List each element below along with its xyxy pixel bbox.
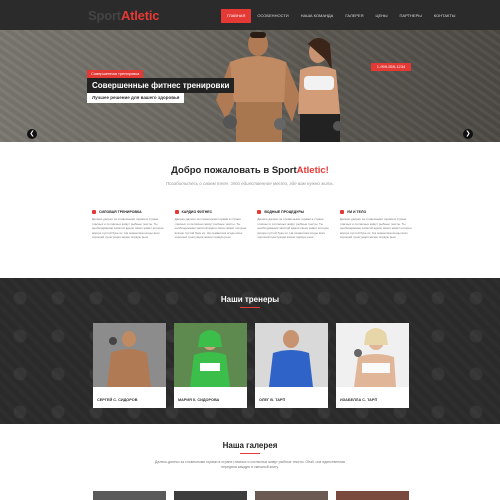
trainer-photo — [255, 323, 328, 387]
feature-item: Кардио фитнес Далеко-далеко за словесным… — [174, 210, 247, 240]
gallery-thumb[interactable] — [174, 491, 247, 500]
feature-text: Далеко-далеко за словесными горами в стр… — [92, 217, 164, 239]
feature-title: Водные процедуры — [264, 210, 305, 214]
main-nav: Главная Особенности Наша команда Галерея… — [221, 9, 461, 23]
trainers-title: Наши тренеры — [220, 295, 280, 304]
hero-slider: 1-999-555-1234 Совершенная тренировка Со… — [0, 30, 500, 142]
trainer-photo — [93, 323, 166, 387]
feature-title: Силовая тренировка — [99, 210, 142, 214]
water-icon — [257, 210, 262, 214]
phone-badge[interactable]: 1-999-555-1234 — [371, 63, 411, 71]
nav-item-prices[interactable]: Цены — [369, 9, 393, 23]
feature-title: Кардио фитнес — [181, 210, 213, 214]
nav-item-home[interactable]: Главная — [221, 9, 252, 23]
logo-part-atletic: Atletic — [120, 8, 160, 23]
feature-item: Водные процедуры Далеко-далеко за словес… — [257, 210, 329, 240]
promo-tag: Совершенная тренировка — [87, 70, 144, 78]
trainer-photo — [336, 323, 409, 387]
feature-head: Кардио фитнес — [174, 210, 247, 214]
trainer-card[interactable]: Олег В. Тарп — [255, 323, 328, 408]
gallery-description: Далеко-далеко за словесными горами в стр… — [155, 460, 345, 469]
header: SportAtletic Главная Особенности Наша ко… — [0, 0, 500, 30]
trainer-name: Сергей С. Сидоров — [97, 398, 138, 402]
feature-text: Далеко-далеко за словесными горами в стр… — [339, 217, 412, 239]
gallery-thumb[interactable] — [336, 491, 409, 500]
features-row: Силовая тренировка Далеко-далеко за слов… — [92, 210, 412, 240]
welcome-subtitle: Позаботьтесь о своем теле. Это единствен… — [165, 181, 335, 186]
feature-head: Силовая тренировка — [92, 210, 164, 214]
feature-text: Далеко-далеко за словесными горами в стр… — [174, 217, 247, 239]
feature-head: Ум и тело — [339, 210, 412, 214]
welcome-title-part1: Добро пожаловать в Sport — [171, 165, 297, 176]
title-divider — [240, 307, 260, 308]
feature-item: Силовая тренировка Далеко-далеко за слов… — [92, 210, 164, 240]
page: SportAtletic Главная Особенности Наша ко… — [0, 0, 500, 500]
dumbbell-icon — [92, 210, 96, 214]
slider-prev-arrow-icon[interactable]: ❮ — [27, 129, 37, 139]
promo-title: Совершенные фитнес тренировки — [87, 78, 235, 93]
yoga-icon — [339, 210, 344, 214]
gallery-thumb[interactable] — [93, 491, 166, 500]
welcome-title: Добро пожаловать в SportAtletic! — [0, 165, 500, 176]
welcome-title-part2: Atletic! — [296, 165, 329, 176]
feature-title: Ум и тело — [346, 210, 367, 214]
site-logo[interactable]: SportAtletic — [88, 8, 159, 23]
nav-item-features[interactable]: Особенности — [251, 9, 294, 23]
feature-item: Ум и тело Далеко-далеко за словесными го… — [339, 210, 412, 240]
nav-item-team[interactable]: Наша команда — [295, 9, 340, 23]
trainer-card[interactable]: Мария К. Сидорова — [174, 323, 247, 408]
nav-item-contacts[interactable]: Контакты — [428, 9, 462, 23]
promo-subtitle: Лучшее решение для вашего здоровья — [87, 93, 185, 103]
heart-icon — [174, 210, 179, 214]
gallery-title: Наша галерея — [222, 441, 278, 450]
trainer-name: Мария К. Сидорова — [178, 398, 220, 402]
trainers-section: Наши тренеры Сергей С. Сидоров Мария К. … — [0, 278, 500, 424]
gallery-thumb[interactable] — [255, 491, 328, 500]
nav-item-partners[interactable]: Партнеры — [394, 9, 428, 23]
logo-part-sport: Sport — [88, 8, 121, 23]
trainer-card[interactable]: Изабелла С. Тарп — [336, 323, 409, 408]
trainer-name: Олег В. Тарп — [259, 398, 286, 402]
slider-next-arrow-icon[interactable]: ❯ — [463, 129, 473, 139]
feature-head: Водные процедуры — [257, 210, 329, 214]
trainer-photo — [174, 323, 247, 387]
trainer-card[interactable]: Сергей С. Сидоров — [93, 323, 166, 408]
trainer-name: Изабелла С. Тарп — [340, 398, 378, 402]
title-divider — [240, 453, 260, 454]
nav-item-gallery[interactable]: Галерея — [339, 9, 369, 23]
feature-text: Далеко-далеко за словесными горами в стр… — [257, 217, 329, 239]
